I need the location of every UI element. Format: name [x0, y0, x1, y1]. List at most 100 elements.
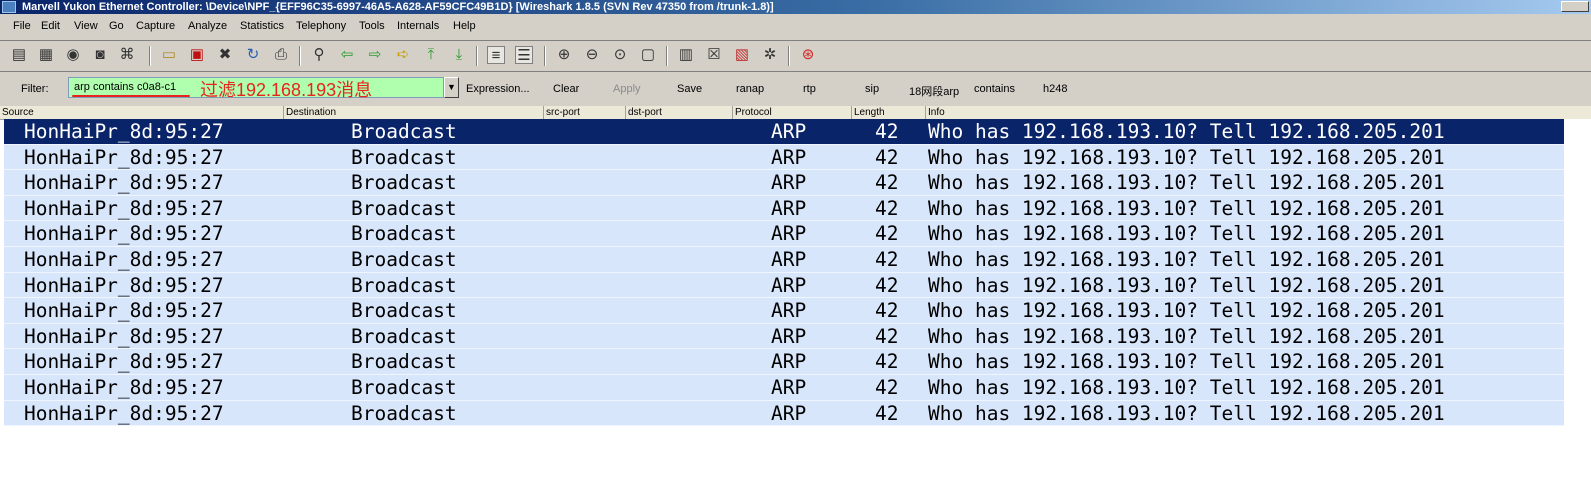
main-toolbar: ▤ ▦ ◉ ◙ ⌘ ▭ ▣ ✖ ↻ ⎙ ⚲ ⇦ ⇨ ➪ ⤒ ⤓ ≡ ☰ ⊕ ⊖ … [0, 40, 1591, 72]
toolbar-separator [788, 46, 790, 66]
filter-toolbar: Filter: arp contains c0a8-c1 过滤192.168.1… [0, 72, 1591, 106]
go-first-icon[interactable]: ⤒ [422, 46, 440, 64]
start-capture-icon[interactable]: ◉ [64, 46, 82, 64]
cell-protocol: ARP [771, 171, 807, 195]
cell-destination: Broadcast [351, 299, 457, 323]
packet-list-header: Source Destination src-port dst-port Pro… [0, 106, 1591, 120]
column-protocol[interactable]: Protocol [732, 106, 851, 119]
packet-list: HonHaiPr_8d:95:27 Broadcast ARP 42 Who has 1… [4, 119, 1564, 427]
interfaces-icon[interactable]: ▤ [10, 46, 28, 64]
cell-destination: Broadcast [351, 171, 457, 195]
save-button[interactable]: Save [677, 83, 702, 95]
menu-help[interactable]: Help [453, 20, 476, 32]
zoom-in-icon[interactable]: ⊕ [555, 46, 573, 64]
menu-view[interactable]: View [74, 20, 98, 32]
cell-source: HonHaiPr_8d:95:27 [24, 145, 224, 169]
column-destination[interactable]: Destination [283, 106, 543, 119]
coloring-rules-icon[interactable]: ▧ [733, 46, 751, 64]
window-controls[interactable] [1561, 1, 1589, 12]
restart-capture-icon[interactable]: ⌘ [118, 46, 136, 64]
menu-go[interactable]: Go [109, 20, 124, 32]
open-file-icon[interactable]: ▭ [160, 46, 178, 64]
table-row[interactable]: HonHaiPr_8d:95:27 Broadcast ARP 42 Who has 1… [4, 119, 1564, 145]
table-row[interactable]: HonHaiPr_8d:95:27 Broadcast ARP 42 Who has 1… [4, 195, 1564, 222]
filter-button-ranap[interactable]: ranap [736, 83, 764, 95]
table-row[interactable]: HonHaiPr_8d:95:27 Broadcast ARP 42 Who has 1… [4, 272, 1564, 299]
cell-source: HonHaiPr_8d:95:27 [24, 401, 224, 425]
go-forward-icon[interactable]: ⇨ [366, 46, 384, 64]
cell-length: 42 [875, 120, 899, 143]
cell-info: Who has 192.168.193.10? Tell 192.168.205… [928, 222, 1445, 246]
cell-source: HonHaiPr_8d:95:27 [24, 375, 224, 399]
colorize-icon[interactable]: ≡ [487, 46, 505, 64]
filter-button-sip[interactable]: sip [865, 83, 879, 95]
cell-source: HonHaiPr_8d:95:27 [24, 350, 224, 374]
toolbar-separator [544, 46, 546, 66]
cell-length: 42 [875, 145, 899, 169]
filter-value: arp contains c0a8-c1 [74, 81, 177, 93]
cell-destination: Broadcast [351, 222, 457, 246]
print-icon[interactable]: ⎙ [272, 46, 290, 64]
auto-scroll-icon[interactable]: ☰ [515, 46, 533, 64]
filter-history-dropdown[interactable]: ▼ [444, 77, 459, 98]
menu-file[interactable]: File [13, 20, 31, 32]
find-icon[interactable]: ⚲ [310, 46, 328, 64]
save-file-icon[interactable]: ▣ [188, 46, 206, 64]
menu-statistics[interactable]: Statistics [240, 20, 284, 32]
table-row[interactable]: HonHaiPr_8d:95:27 Broadcast ARP 42 Who has 1… [4, 349, 1564, 375]
table-row[interactable]: HonHaiPr_8d:95:27 Broadcast ARP 42 Who has 1… [4, 374, 1564, 401]
cell-source: HonHaiPr_8d:95:27 [24, 171, 224, 195]
cell-info: Who has 192.168.193.10? Tell 192.168.205… [928, 196, 1445, 220]
normal-size-icon[interactable]: ⊙ [611, 46, 629, 64]
display-filter-input[interactable]: arp contains c0a8-c1 过滤192.168.193消息 [68, 77, 444, 100]
capture-filters-icon[interactable]: ▥ [677, 46, 695, 64]
table-row[interactable]: HonHaiPr_8d:95:27 Broadcast ARP 42 Who has 1… [4, 170, 1564, 196]
zoom-out-icon[interactable]: ⊖ [583, 46, 601, 64]
table-row[interactable]: HonHaiPr_8d:95:27 Broadcast ARP 42 Who has 1… [4, 323, 1564, 350]
expression-button[interactable]: Expression... [466, 83, 530, 95]
table-row[interactable]: HonHaiPr_8d:95:27 Broadcast ARP 42 Who has 1… [4, 400, 1564, 427]
table-row[interactable]: HonHaiPr_8d:95:27 Broadcast ARP 42 Who has 1… [4, 221, 1564, 247]
filter-button-h248[interactable]: h248 [1043, 83, 1067, 95]
cell-info: Who has 192.168.193.10? Tell 192.168.205… [928, 145, 1445, 169]
cell-info: Who has 192.168.193.10? Tell 192.168.205… [928, 299, 1445, 323]
menu-internals[interactable]: Internals [397, 20, 439, 32]
apply-button[interactable]: Apply [613, 83, 641, 95]
table-row[interactable]: HonHaiPr_8d:95:27 Broadcast ARP 42 Who has 1… [4, 144, 1564, 171]
wireshark-app-icon [2, 1, 16, 13]
menu-edit[interactable]: Edit [41, 20, 60, 32]
toolbar-separator [476, 46, 478, 66]
go-last-icon[interactable]: ⤓ [450, 46, 468, 64]
cell-source: HonHaiPr_8d:95:27 [24, 222, 224, 246]
filter-button-rtp[interactable]: rtp [803, 83, 816, 95]
cell-destination: Broadcast [351, 401, 457, 425]
table-row[interactable]: HonHaiPr_8d:95:27 Broadcast ARP 42 Who has 1… [4, 246, 1564, 273]
capture-options-icon[interactable]: ▦ [37, 46, 55, 64]
cell-length: 42 [875, 401, 899, 425]
go-to-packet-icon[interactable]: ➪ [394, 46, 412, 64]
column-dst-port[interactable]: dst-port [625, 106, 732, 119]
close-file-icon[interactable]: ✖ [216, 46, 234, 64]
menu-telephony[interactable]: Telephony [296, 20, 346, 32]
display-filters-icon[interactable]: ☒ [705, 46, 723, 64]
stop-capture-icon[interactable]: ◙ [91, 46, 109, 64]
preferences-icon[interactable]: ✲ [761, 46, 779, 64]
clear-button[interactable]: Clear [553, 83, 579, 95]
menu-tools[interactable]: Tools [359, 20, 385, 32]
go-back-icon[interactable]: ⇦ [338, 46, 356, 64]
resize-columns-icon[interactable]: ▢ [639, 46, 657, 64]
column-info[interactable]: Info [925, 106, 1591, 119]
menu-capture[interactable]: Capture [136, 20, 175, 32]
filter-button-contains[interactable]: contains [974, 83, 1015, 95]
column-length[interactable]: Length [851, 106, 925, 119]
menu-analyze[interactable]: Analyze [188, 20, 227, 32]
cell-protocol: ARP [771, 120, 807, 143]
reload-icon[interactable]: ↻ [244, 46, 262, 64]
help-icon[interactable]: ⊛ [799, 46, 817, 64]
cell-length: 42 [875, 375, 899, 399]
filter-button-18-segment-arp[interactable]: 18网段arp [909, 83, 959, 99]
table-row[interactable]: HonHaiPr_8d:95:27 Broadcast ARP 42 Who has 1… [4, 298, 1564, 324]
column-src-port[interactable]: src-port [543, 106, 625, 119]
cell-info: Who has 192.168.193.10? Tell 192.168.205… [928, 247, 1445, 271]
column-source[interactable]: Source [0, 106, 283, 119]
